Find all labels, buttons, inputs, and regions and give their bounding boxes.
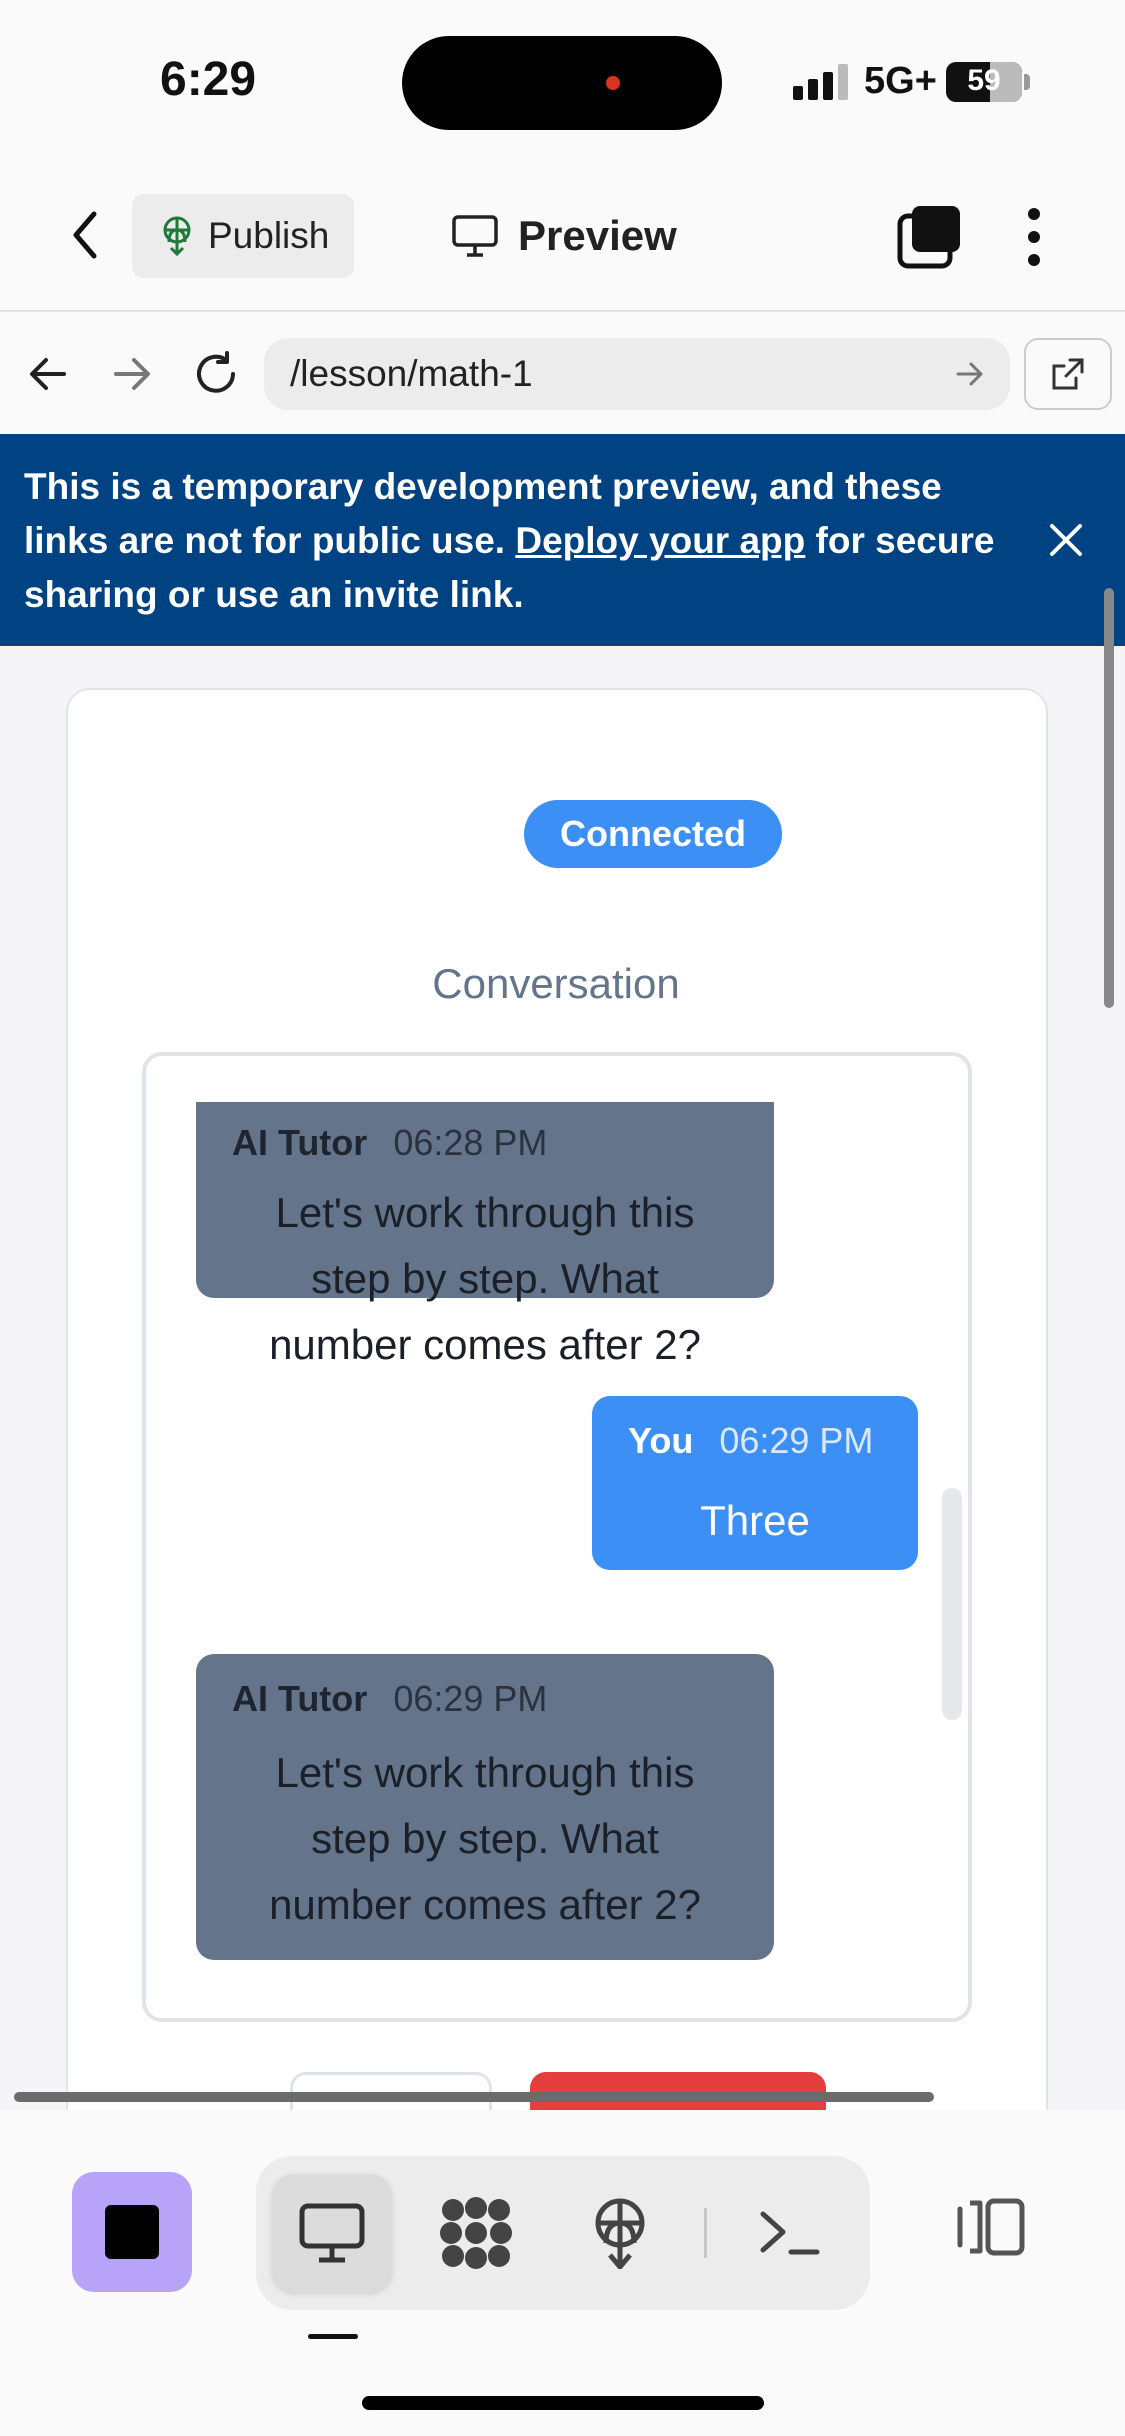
horizontal-scrollbar[interactable]: [14, 2092, 934, 2102]
stop-icon: [105, 2205, 159, 2259]
preview-label: Preview: [518, 212, 677, 259]
status-bar: 6:29 5G+ 59: [0, 0, 1125, 160]
active-tab-indicator: [308, 2334, 358, 2339]
back-chevron-icon: [73, 211, 97, 259]
conversation-title: Conversation: [432, 960, 680, 1007]
close-icon: [1050, 524, 1082, 556]
dev-preview-banner: This is a temporary development preview,…: [0, 434, 1125, 646]
message-text: Three: [700, 1497, 810, 1544]
url-input[interactable]: /lesson/math-1: [264, 338, 1010, 410]
nav-forward-button[interactable]: [102, 344, 162, 404]
publish-label: Publish: [208, 215, 330, 256]
message-time: 06:29 PM: [393, 1678, 548, 1719]
network-type: 5G+: [864, 60, 937, 102]
message-ai: AI Tutor 06:28 PM Let's work through thi…: [196, 1102, 774, 1368]
dock-tab-publish[interactable]: [560, 2174, 680, 2292]
home-indicator: [362, 2396, 764, 2410]
dock-tab-group: [256, 2156, 870, 2310]
message-text: Let's work through this step by step. Wh…: [269, 1749, 701, 1928]
publish-icon: [595, 2198, 645, 2269]
url-text: /lesson/math-1: [290, 353, 533, 394]
dock-tab-workspace[interactable]: [416, 2174, 536, 2292]
banner-text: This is a temporary development preview,…: [24, 466, 995, 615]
message-ai: AI Tutor 06:29 PM Let's work through thi…: [196, 1654, 774, 1960]
side-panel-icon: [957, 2198, 1025, 2256]
battery-icon: 59: [946, 62, 1022, 102]
reload-button[interactable]: [186, 344, 246, 404]
message-text: Let's work through this step by step. Wh…: [269, 1189, 701, 1368]
external-link-icon: [1052, 358, 1084, 390]
dock-tab-preview[interactable]: [272, 2174, 392, 2292]
status-time: 6:29: [160, 53, 257, 106]
go-arrow-icon[interactable]: [954, 358, 986, 390]
preview-tab[interactable]: Preview: [452, 194, 677, 278]
signal-strength-icon: [793, 64, 849, 100]
message-sender: AI Tutor: [232, 1678, 368, 1719]
message-sender: You: [628, 1420, 694, 1461]
stop-button[interactable]: [72, 2172, 192, 2292]
conversation-scrollbar[interactable]: [942, 1488, 962, 1720]
terminal-icon: [760, 2211, 820, 2255]
open-external-button[interactable]: [1024, 338, 1112, 410]
tabs-button[interactable]: [896, 204, 962, 270]
arrow-left-icon: [30, 358, 66, 390]
publish-button[interactable]: Publish: [132, 194, 354, 278]
message-time: 06:28 PM: [393, 1122, 548, 1163]
dynamic-island: [402, 36, 722, 130]
message-user: You 06:29 PM Three: [592, 1396, 918, 1570]
bottom-dock: [0, 2110, 1125, 2436]
dock-separator: [704, 2208, 707, 2258]
page-scrollbar[interactable]: [1104, 588, 1114, 1008]
recording-indicator-icon: [606, 76, 620, 90]
more-options-button[interactable]: [1014, 204, 1054, 270]
reload-icon: [197, 351, 235, 393]
url-bar: /lesson/math-1: [0, 314, 1125, 434]
monitor-icon: [299, 2203, 365, 2263]
arrow-right-icon: [114, 358, 150, 390]
back-button[interactable]: [60, 210, 110, 260]
top-toolbar: Publish Preview: [0, 160, 1125, 312]
side-panel-button[interactable]: [946, 2182, 1036, 2272]
banner-close-button[interactable]: [1044, 518, 1088, 562]
message-sender: AI Tutor: [232, 1122, 368, 1163]
tabs-icon: [897, 206, 960, 269]
nav-back-button[interactable]: [18, 344, 78, 404]
battery-level: 59: [967, 64, 1001, 97]
publish-icon: [163, 216, 191, 256]
workspace-icon: [440, 2197, 512, 2269]
status-badge: Connected: [524, 800, 782, 868]
conversation-box[interactable]: AI Tutor 06:28 PM Let's work through thi…: [142, 1052, 972, 2022]
dock-tab-terminal[interactable]: [730, 2174, 850, 2292]
more-vertical-icon: [1028, 208, 1040, 220]
monitor-icon: [452, 215, 498, 257]
battery-cap: [1024, 74, 1030, 90]
deploy-app-link[interactable]: Deploy your app: [515, 520, 805, 561]
message-time: 06:29 PM: [719, 1420, 874, 1461]
